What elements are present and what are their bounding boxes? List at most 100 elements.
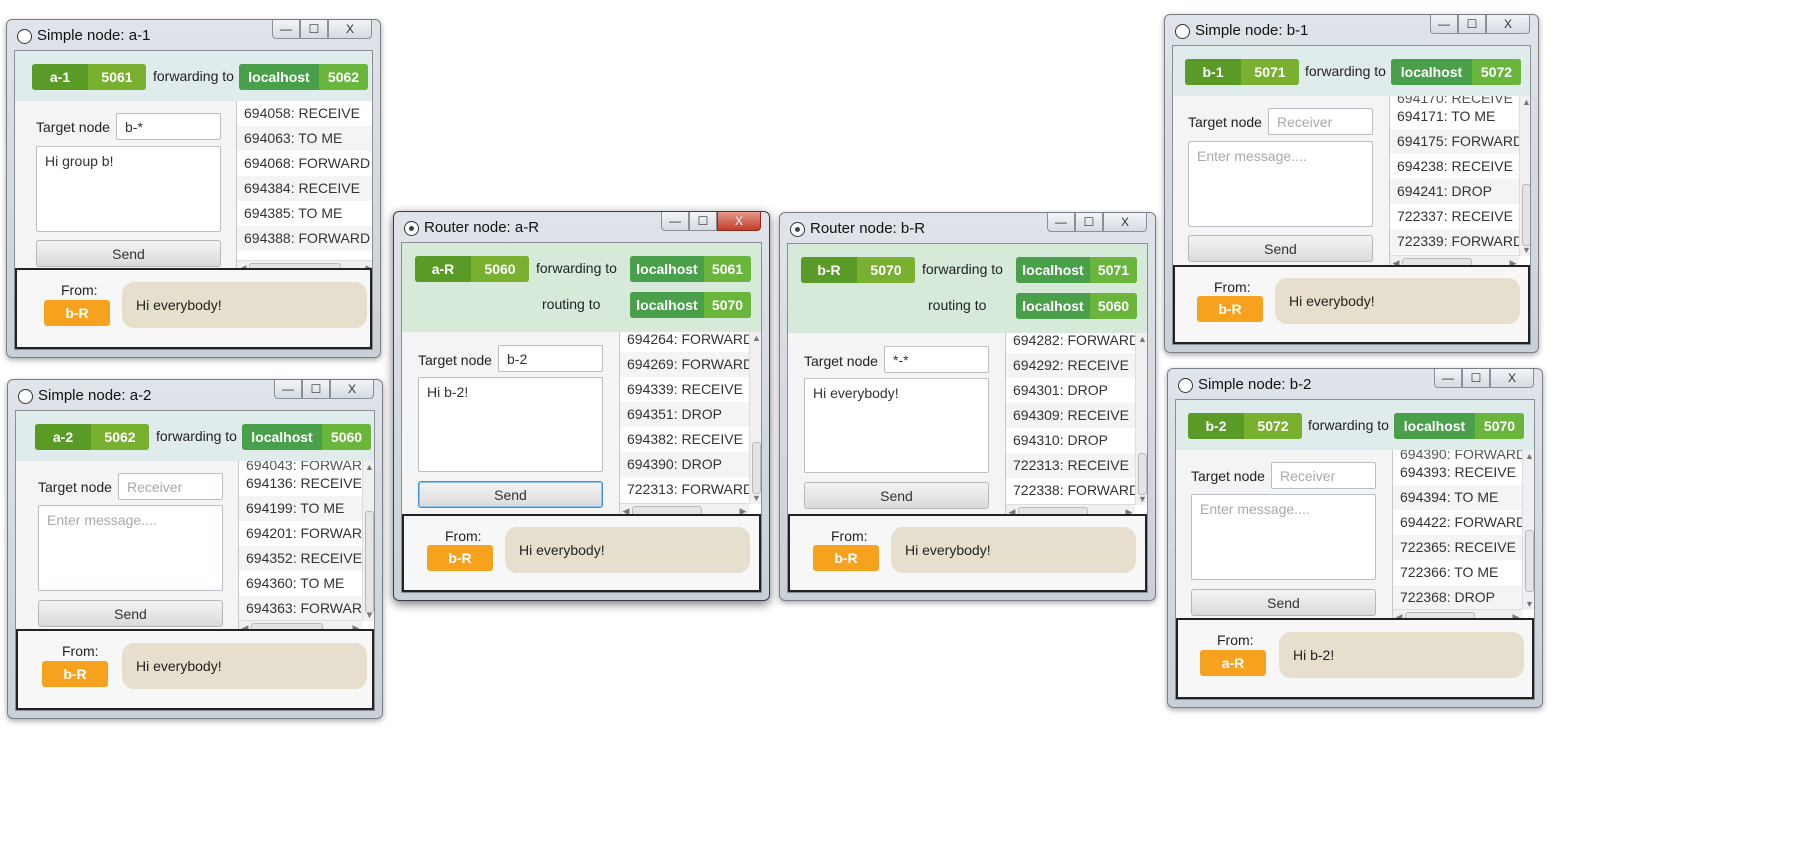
log-vscrollbar[interactable]: ▲ ▼ [1522,450,1534,610]
send-button[interactable]: Send [1191,589,1376,616]
window-b1: Simple node: b-1 — ☐ X b-1 5071 forwardi… [1164,14,1539,353]
route-host: localhost [1016,293,1090,319]
node-badge: b-1 5071 [1185,59,1299,85]
minimize-icon[interactable]: — [1430,15,1458,34]
node-header: a-2 5062 forwarding to localhost 5060 [16,411,374,461]
scroll-down-icon[interactable]: ▼ [750,492,761,504]
log-vscrollbar[interactable]: ▲ ▼ [749,332,761,504]
log-entry: 722368: DROP [1393,585,1534,610]
send-button[interactable]: Send [36,240,221,267]
window-titlebar[interactable]: Simple node: a-1 — ☐ X [7,20,380,50]
window-titlebar[interactable]: Router node: a-R — ☐ X [394,212,769,242]
send-button[interactable]: Send [804,482,989,509]
scroll-up-icon[interactable]: ▲ [1523,450,1534,462]
log-entry: 694136: RECEIVE [246,475,362,491]
event-log[interactable]: 694282: FORWARD R 694292: RECEIVE 694301… [1005,333,1147,519]
log-vscrollbar[interactable]: ▲ ▼ [1135,333,1147,505]
window-titlebar[interactable]: Simple node: b-2 — ☐ X [1168,369,1542,399]
forward-host: localhost [1391,59,1472,85]
log-entry: 694388: FORWARD NET [237,226,372,251]
message-input[interactable] [1188,141,1373,227]
message-input[interactable]: Hi group b! [36,146,221,232]
target-input[interactable] [1268,108,1373,135]
log-vscrollbar[interactable]: ▲ ▼ [1519,96,1530,256]
send-button[interactable]: Send [418,481,603,508]
log-entry: 694238: RECEIVE [1397,158,1513,174]
minimize-icon[interactable]: — [1434,369,1462,388]
node-name: b-R [801,257,857,283]
scroll-thumb[interactable] [1138,453,1147,495]
event-log[interactable]: 694170: RECEIVE 694171: TO ME 694175: FO… [1389,96,1530,270]
node-header: a-1 5061 forwarding to localhost 5062 [15,51,372,101]
message-input[interactable] [38,505,223,591]
scroll-up-icon[interactable]: ▲ [1136,333,1147,345]
scroll-up-icon[interactable]: ▲ [750,332,761,344]
scroll-down-icon[interactable]: ▼ [1523,598,1534,610]
scroll-up-icon[interactable]: ▲ [363,461,374,473]
forwarding-label: forwarding to [1308,417,1389,433]
event-log[interactable]: 694390: FORWARD N 694393: RECEIVE 694394… [1392,450,1534,624]
close-icon[interactable]: X [328,20,372,39]
close-icon[interactable]: X [1103,213,1147,232]
forward-host: localhost [1394,413,1475,439]
window-titlebar[interactable]: Simple node: b-1 — ☐ X [1165,15,1538,45]
target-label: Target node [36,119,110,135]
route-badge: localhost 5070 [630,292,751,318]
minimize-icon[interactable]: — [272,20,300,39]
log-entry: 722313: FORWARD R [627,481,762,497]
target-input[interactable] [1271,462,1376,489]
maximize-icon[interactable]: ☐ [1075,213,1103,232]
log-entry: 694068: FORWARD NET [244,155,372,171]
close-icon[interactable]: X [717,212,761,231]
scroll-down-icon[interactable]: ▼ [1136,493,1147,505]
log-vscrollbar[interactable]: ▲ ▼ [362,461,374,621]
target-input[interactable] [884,346,989,373]
message-input[interactable]: Hi b-2! [418,377,603,472]
window-titlebar[interactable]: Simple node: a-2 — ☐ X [8,380,382,410]
scroll-thumb[interactable] [752,442,761,494]
forward-port: 5071 [1090,257,1137,283]
from-label: From: [1217,632,1254,648]
node-badge: b-R 5070 [801,257,915,283]
scroll-down-icon[interactable]: ▼ [363,609,374,621]
minimize-icon[interactable]: — [661,212,689,231]
target-input[interactable] [118,473,223,500]
scroll-down-icon[interactable]: ▼ [1520,244,1530,256]
received-message: Hi everybody! [122,643,367,689]
maximize-icon[interactable]: ☐ [300,20,328,39]
send-button[interactable]: Send [38,600,223,627]
close-icon[interactable]: X [1490,369,1534,388]
scroll-thumb[interactable] [1525,530,1534,592]
compose-panel: Target node Hi everybody! Send 694282: F… [788,333,1147,519]
scroll-up-icon[interactable]: ▲ [1520,96,1530,108]
received-message: Hi everybody! [122,282,367,328]
received-panel: From: b-R Hi everybody! [1173,265,1530,344]
minimize-icon[interactable]: — [1047,213,1075,232]
log-entry: 694310: DROP [1013,432,1108,448]
close-icon[interactable]: X [330,380,374,399]
event-log[interactable]: 694058: RECEIVE 694063: TO ME 694068: FO… [236,101,372,275]
target-input[interactable] [498,345,603,372]
target-input[interactable] [116,113,221,140]
from-label: From: [61,282,98,298]
log-entry: 694269: FORWARD R [620,352,761,377]
message-input[interactable] [1191,494,1376,580]
send-button[interactable]: Send [1188,235,1373,262]
node-name: b-1 [1185,59,1241,85]
received-panel: From: b-R Hi everybody! [402,514,761,592]
maximize-icon[interactable]: ☐ [1458,15,1486,34]
minimize-icon[interactable]: — [274,380,302,399]
maximize-icon[interactable]: ☐ [302,380,330,399]
maximize-icon[interactable]: ☐ [1462,369,1490,388]
window-titlebar[interactable]: Router node: b-R — ☐ X [780,213,1155,243]
scroll-thumb[interactable] [365,511,374,613]
maximize-icon[interactable]: ☐ [689,212,717,231]
route-host: localhost [630,292,704,318]
message-input[interactable]: Hi everybody! [804,378,989,473]
node-header: b-2 5072 forwarding to localhost 5070 [1176,400,1534,450]
close-icon[interactable]: X [1486,15,1530,34]
event-log[interactable]: 694043: FORWARD N 694136: RECEIVE 694199… [238,461,374,635]
event-log[interactable]: 694264: FORWARD R 694269: FORWARD R 6943… [619,332,762,518]
forward-badge: localhost 5062 [239,64,368,90]
scroll-thumb[interactable] [1522,184,1530,246]
